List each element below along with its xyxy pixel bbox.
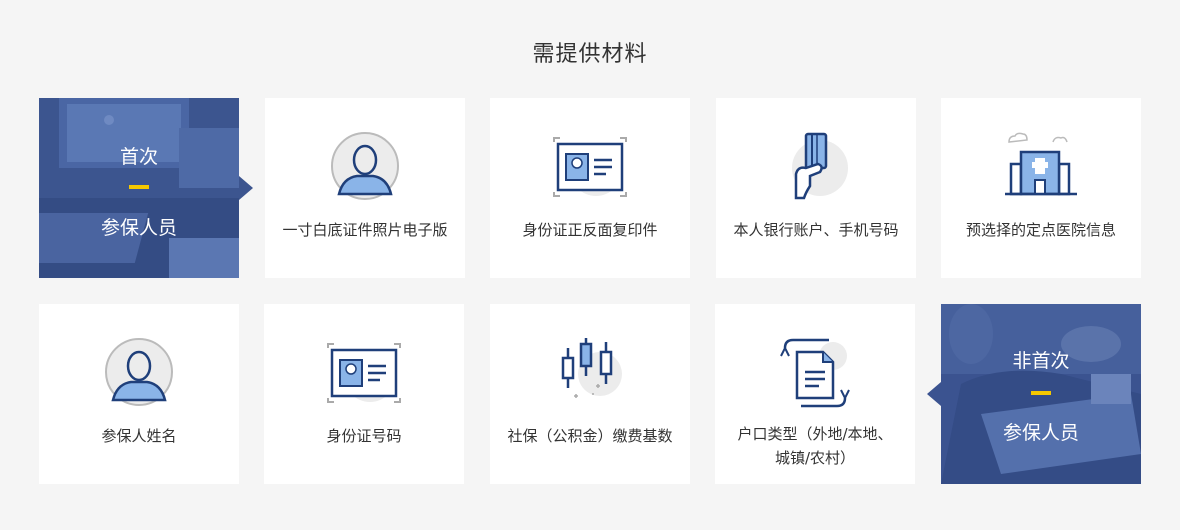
material-label: 社保（公积金）缴费基数: [507, 427, 673, 445]
person-photo-icon: [325, 128, 405, 208]
id-card-icon: [550, 128, 630, 208]
first-time-label: 首次: [119, 146, 158, 168]
first-time-insured-label: 参保人员: [100, 217, 177, 239]
material-label: 预选择的定点医院信息: [965, 221, 1116, 239]
material-label: 身份证号码: [326, 427, 402, 445]
not-first-time-arrow: [927, 382, 941, 406]
person-icon: [99, 334, 179, 414]
material-label-line2: 城镇/农村）: [774, 449, 856, 467]
candlestick-chart-icon: [550, 334, 630, 414]
page-title: 需提供材料: [532, 42, 648, 67]
material-card-id-number: 身份证号码: [264, 304, 464, 484]
material-label: 身份证正反面复印件: [522, 221, 658, 239]
material-label: 参保人姓名: [101, 427, 177, 445]
not-first-time-insured-panel: 非首次 参保人员: [927, 304, 1141, 484]
first-time-insured-panel: 首次 参保人员: [39, 98, 253, 278]
hospital-icon: [1001, 128, 1081, 208]
id-card-icon: [324, 334, 404, 414]
first-time-divider: [129, 185, 149, 189]
material-label: 一寸白底证件照片电子版: [282, 221, 448, 239]
not-first-time-label: 非首次: [1012, 350, 1070, 372]
material-card-photo: 一寸白底证件照片电子版: [265, 98, 465, 278]
bank-card-hand-icon: [776, 128, 856, 208]
material-card-hospital: 预选择的定点医院信息: [941, 98, 1141, 278]
material-card-contribution: 社保（公积金）缴费基数: [490, 304, 690, 484]
not-first-time-insured-label: 参保人员: [1002, 422, 1079, 444]
not-first-time-divider: [1031, 391, 1051, 395]
material-card-name: 参保人姓名: [39, 304, 239, 484]
material-label: 户口类型（外地/本地、 城镇/农村）: [725, 422, 905, 470]
material-label: 本人银行账户、手机号码: [733, 221, 899, 239]
material-label-line1: 户口类型（外地/本地、: [737, 425, 893, 443]
material-card-bank: 本人银行账户、手机号码: [716, 98, 916, 278]
document-transfer-icon: [775, 334, 855, 414]
material-card-hukou: 户口类型（外地/本地、 城镇/农村）: [715, 304, 915, 484]
material-card-id-copy: 身份证正反面复印件: [490, 98, 690, 278]
first-time-arrow: [239, 176, 253, 200]
